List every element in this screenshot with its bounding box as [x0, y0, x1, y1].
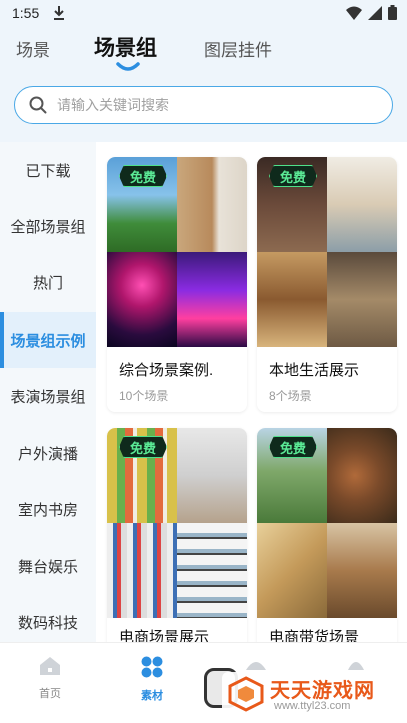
search-bar[interactable]	[14, 86, 393, 124]
sidebar-item-label: 已下载	[25, 162, 71, 180]
category-sidebar: 已下载 全部场景组 热门 场景组示例 表演场景组 户外演播 室内书房 舞台娱乐 …	[0, 142, 96, 642]
watermark: 天天游戏网 www.ttyl23.com	[222, 672, 404, 718]
sidebar-item-group-examples[interactable]: 场景组示例	[0, 312, 96, 368]
search-input[interactable]	[57, 93, 377, 117]
nav-home-label: 首页	[39, 688, 61, 700]
tab-layer-widget[interactable]: 图层挂件	[204, 36, 272, 61]
nav-material-label: 素材	[141, 690, 163, 702]
signal-icon	[368, 5, 382, 20]
profile-icon	[348, 662, 364, 670]
sidebar-item-stage[interactable]: 舞台娱乐	[0, 538, 96, 594]
status-bar: 1:55	[0, 0, 407, 28]
top-tabs: 场景 场景组 图层挂件	[0, 28, 407, 76]
sidebar-item-label: 场景组示例	[10, 332, 86, 350]
sidebar-item-downloaded[interactable]: 已下载	[0, 142, 96, 198]
card-thumbnail: 免费	[257, 157, 397, 347]
free-badge: 免费	[119, 436, 167, 458]
free-badge: 免费	[119, 165, 167, 187]
card-title: 电商带货场景	[269, 629, 360, 642]
card-title: 电商场景展示	[119, 629, 210, 642]
card-thumbnail: 免费	[257, 428, 397, 618]
scene-group-card[interactable]: 免费 电商场景展示	[107, 428, 247, 642]
sidebar-item-performance[interactable]: 表演场景组	[0, 368, 96, 424]
card-thumbnail: 免费	[107, 157, 247, 347]
watermark-logo-icon	[228, 676, 264, 712]
tab-scene-group[interactable]: 场景组	[94, 32, 157, 62]
sidebar-item-label: 户外演播	[17, 445, 78, 463]
card-thumbnail: 免费	[107, 428, 247, 618]
sidebar-item-label: 数码科技	[17, 614, 78, 632]
watermark-title: 天天游戏网	[270, 680, 375, 702]
watermark-url: www.ttyl23.com	[274, 700, 351, 712]
free-badge: 免费	[269, 165, 317, 187]
scene-group-card[interactable]: 免费 综合场景案例. 10个场景	[107, 157, 247, 412]
sidebar-item-label: 室内书房	[17, 501, 78, 519]
scene-group-grid: 免费 综合场景案例. 10个场景 免费 本地生活展示 8个场景 免费 电商场景展…	[96, 142, 407, 642]
circle-icon	[246, 662, 266, 670]
free-badge: 免费	[269, 436, 317, 458]
nav-home[interactable]: 首页	[20, 655, 80, 701]
sidebar-item-hot[interactable]: 热门	[0, 254, 96, 310]
search-icon	[29, 96, 47, 114]
scene-group-card[interactable]: 免费 本地生活展示 8个场景	[257, 157, 397, 412]
card-title: 本地生活展示	[269, 362, 360, 379]
status-icons	[346, 5, 397, 20]
sidebar-item-label: 全部场景组	[10, 218, 86, 236]
sidebar-item-outdoor[interactable]: 户外演播	[0, 425, 96, 481]
card-scene-count: 8个场景	[269, 389, 312, 403]
sidebar-item-all-groups[interactable]: 全部场景组	[0, 198, 96, 254]
sidebar-item-label: 表演场景组	[10, 388, 86, 406]
home-icon	[40, 657, 60, 675]
download-icon	[54, 6, 64, 20]
sidebar-item-label: 热门	[32, 274, 63, 292]
tab-active-indicator	[116, 62, 140, 71]
battery-icon	[388, 5, 397, 20]
card-scene-count: 10个场景	[119, 389, 169, 403]
sidebar-item-study[interactable]: 室内书房	[0, 481, 96, 537]
wifi-icon	[346, 6, 362, 20]
card-title: 综合场景案例.	[119, 362, 214, 379]
nav-material[interactable]: 素材	[122, 655, 182, 703]
status-time: 1:55	[12, 5, 40, 21]
tab-scene[interactable]: 场景	[16, 36, 50, 61]
scene-group-card[interactable]: 免费 电商带货场景	[257, 428, 397, 642]
material-icon	[141, 656, 163, 678]
sidebar-item-label: 舞台娱乐	[17, 558, 78, 576]
